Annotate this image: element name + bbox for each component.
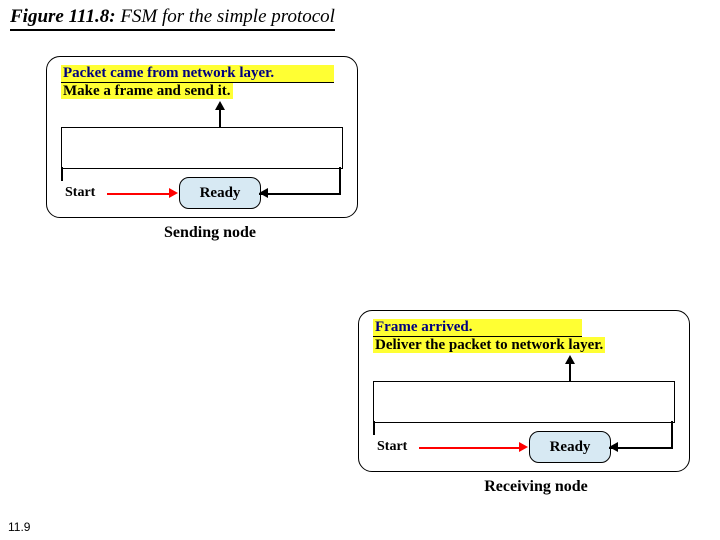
sending-event-action: Make a frame and send it. <box>61 83 233 99</box>
receiving-loop-return-arrowhead <box>609 442 618 452</box>
sending-start-arrowhead <box>169 188 178 198</box>
receiving-loop-left <box>373 421 375 435</box>
receiving-start-label: Start <box>377 439 407 455</box>
receiving-start-arrow <box>419 447 519 449</box>
receiving-loop <box>373 381 675 423</box>
sending-loop-return-arrowhead <box>259 188 268 198</box>
sending-ready-state: Ready <box>179 177 261 209</box>
sending-loop-bottom-right <box>299 193 341 195</box>
receiving-node-panel: Frame arrived. Deliver the packet to net… <box>358 310 690 472</box>
sending-loop-left <box>61 167 63 181</box>
sending-event: Packet came from network layer. Make a f… <box>61 65 334 101</box>
receiving-start-arrowhead <box>519 442 528 452</box>
sending-loop-right <box>339 167 341 195</box>
figure-title: Figure 111.8: FSM for the simple protoco… <box>10 6 335 31</box>
receiving-ready-label: Ready <box>550 439 591 456</box>
sending-caption: Sending node <box>140 224 280 242</box>
receiving-loop-right <box>671 421 673 449</box>
page-number: 11.9 <box>8 520 30 534</box>
sending-connector-arrow <box>215 101 225 110</box>
sending-node-panel: Packet came from network layer. Make a f… <box>46 56 358 218</box>
receiving-connector-arrow <box>565 355 575 364</box>
figure-caption: FSM for the simple protocol <box>120 6 335 27</box>
receiving-caption: Receiving node <box>466 478 606 496</box>
sending-event-condition: Packet came from network layer. <box>61 65 334 83</box>
sending-start-arrow <box>107 193 169 195</box>
receiving-event-condition: Frame arrived. <box>373 319 582 337</box>
sending-ready-label: Ready <box>200 185 241 202</box>
sending-start-label: Start <box>65 185 95 201</box>
sending-loop <box>61 127 343 169</box>
receiving-event-action: Deliver the packet to network layer. <box>373 337 605 353</box>
figure-number: Figure 111.8: <box>10 6 116 27</box>
receiving-event: Frame arrived. Deliver the packet to net… <box>373 319 605 355</box>
receiving-ready-state: Ready <box>529 431 611 463</box>
receiving-loop-bottom-right <box>639 447 673 449</box>
